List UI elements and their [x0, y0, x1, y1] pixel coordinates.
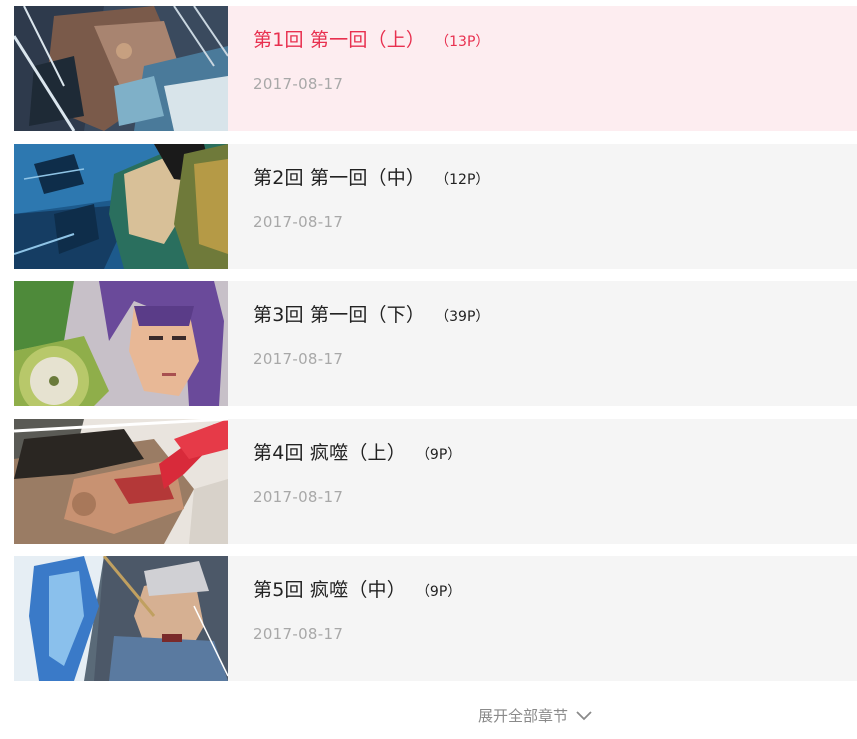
expand-all-chapters-button[interactable]: 展开全部章节 — [478, 705, 592, 726]
chapter-item-4[interactable]: 第4回 疯噬（上） （9P） 2017-08-17 — [14, 418, 857, 544]
chapter-item-5[interactable]: 第5回 疯噬（中） （9P） 2017-08-17 — [14, 556, 857, 681]
expand-all-chapters-label: 展开全部章节 — [478, 707, 569, 725]
chapter-title[interactable]: 第4回 疯噬（上） — [253, 438, 406, 465]
chapter-title[interactable]: 第5回 疯噬（中） — [253, 575, 406, 602]
chapter-page-count: （13P） — [435, 34, 490, 50]
chapter-date: 2017-08-17 — [253, 625, 344, 643]
chapter-item-1[interactable]: 第1回 第一回（上） （13P） 2017-08-17 — [14, 6, 857, 131]
chapter-page-count: （12P） — [435, 171, 490, 188]
chapter-item-3[interactable]: 第3回 第一回（下） （39P） 2017-08-17 — [14, 281, 857, 406]
chapter-date: 2017-08-17 — [253, 487, 344, 506]
chapter-date: 2017-08-17 — [253, 75, 344, 93]
chapter-page-count: （9P） — [415, 584, 462, 600]
chapter-date: 2017-08-17 — [253, 350, 344, 368]
chapter-title[interactable]: 第1回 第一回（上） — [253, 25, 425, 52]
chapter-thumbnail-5[interactable] — [14, 556, 228, 681]
chapter-list: 第1回 第一回（上） （13P） 2017-08-17 第2回 第一回（中） （… — [14, 6, 857, 694]
chapter-thumbnail-4[interactable] — [14, 418, 228, 544]
chapter-title[interactable]: 第2回 第一回（中） — [253, 163, 425, 190]
chapter-item-2[interactable]: 第2回 第一回（中） （12P） 2017-08-17 — [14, 143, 857, 269]
chevron-down-icon — [576, 710, 592, 720]
chapter-page-count: （39P） — [435, 309, 490, 325]
chapter-date: 2017-08-17 — [253, 212, 344, 231]
chapter-title[interactable]: 第3回 第一回（下） — [253, 300, 425, 327]
chapter-thumbnail-2[interactable] — [14, 143, 228, 269]
chapter-page-count: （9P） — [415, 446, 462, 463]
chapter-thumbnail-1[interactable] — [14, 6, 228, 131]
chapter-thumbnail-3[interactable] — [14, 281, 228, 406]
